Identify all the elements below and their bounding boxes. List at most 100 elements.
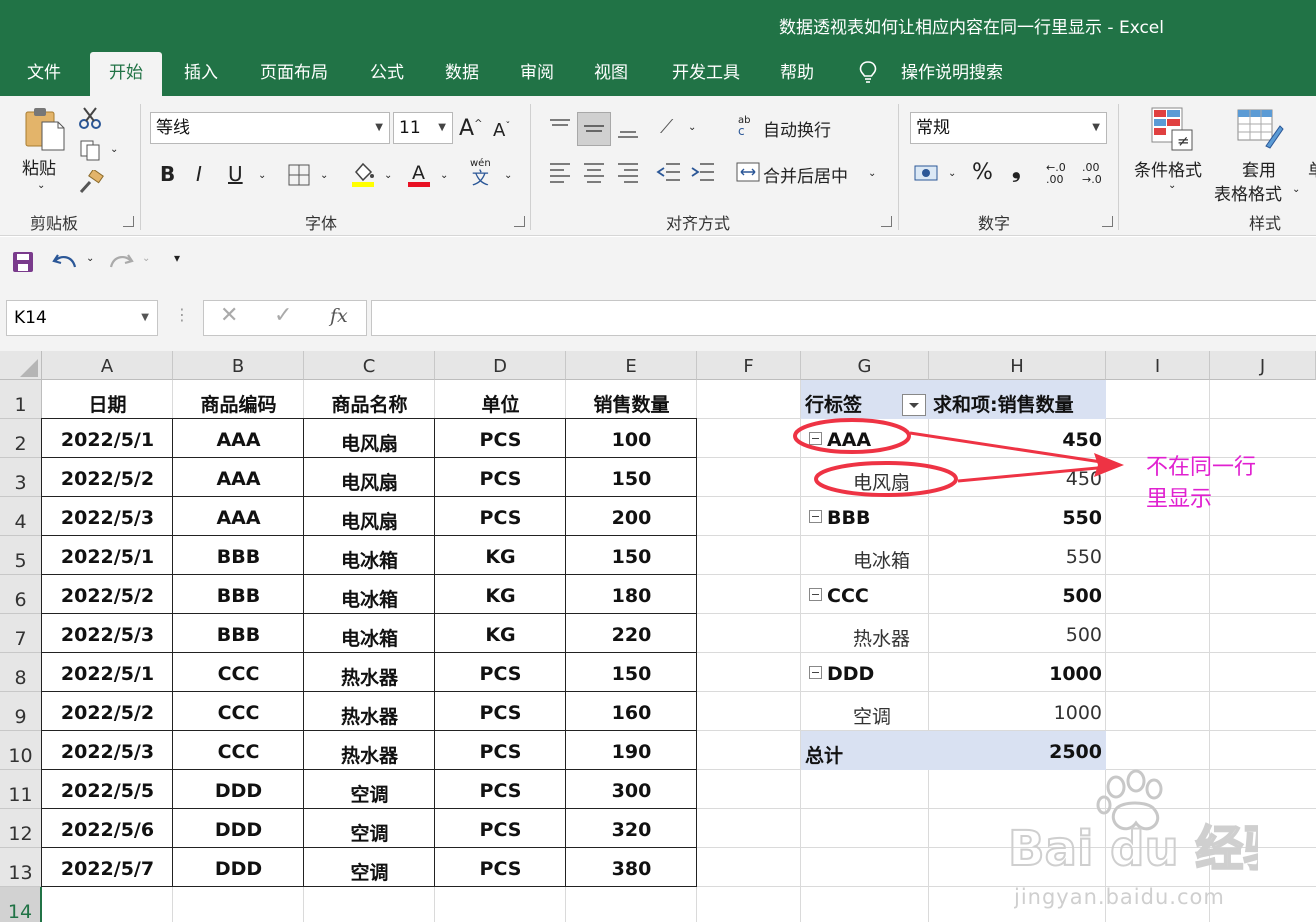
- conditional-format-dropdown-icon[interactable]: ⌄: [1168, 180, 1176, 191]
- align-left-icon[interactable]: [548, 160, 572, 184]
- merge-dropdown-icon[interactable]: ⌄: [868, 168, 876, 179]
- paste-icon[interactable]: [22, 106, 68, 152]
- separator: [898, 104, 899, 230]
- copy-icon[interactable]: [78, 138, 102, 162]
- paste-button[interactable]: 粘贴: [22, 154, 56, 179]
- decrease-indent-icon[interactable]: [656, 160, 682, 184]
- arrow-line-2: [957, 465, 1109, 483]
- underline-dropdown-icon[interactable]: ⌄: [258, 170, 266, 181]
- chevron-down-icon: ▼: [438, 122, 446, 133]
- chevron-down-icon: ▼: [141, 312, 149, 323]
- customize-qat-icon[interactable]: ▾: [174, 251, 180, 265]
- cell-styles-button[interactable]: 单: [1308, 156, 1316, 181]
- comma-style-button[interactable]: ❟: [1012, 158, 1021, 183]
- tell-me-search[interactable]: 操作说明搜索: [890, 52, 1014, 96]
- number-format-combo[interactable]: 常规 ▼: [910, 112, 1107, 144]
- decrease-font-icon[interactable]: Aˇ: [493, 120, 510, 141]
- merge-center-button[interactable]: 合并后居中: [763, 162, 848, 187]
- align-bottom-icon[interactable]: [616, 120, 640, 140]
- paste-dropdown-icon[interactable]: ⌄: [37, 180, 45, 191]
- arrow-line-1: [909, 431, 1109, 465]
- formula-buttons: ✕ ✓ fx: [203, 300, 367, 336]
- format-as-table-dropdown-icon[interactable]: ⌄: [1292, 184, 1300, 195]
- borders-icon[interactable]: [288, 164, 310, 186]
- conditional-format-button[interactable]: 条件格式: [1134, 156, 1202, 181]
- underline-button[interactable]: U: [228, 162, 243, 186]
- align-middle-button[interactable]: [577, 112, 611, 146]
- chevron-down-icon: ▼: [1092, 122, 1100, 133]
- separator: [140, 104, 141, 230]
- undo-icon[interactable]: [52, 251, 78, 273]
- redo-dropdown-icon[interactable]: ⌄: [142, 253, 150, 264]
- annotation-text-line2: 里显示: [1146, 487, 1213, 512]
- tab-review[interactable]: 审阅: [508, 52, 566, 96]
- conditional-format-icon[interactable]: ≠: [1150, 106, 1196, 152]
- align-center-icon[interactable]: [582, 160, 606, 184]
- bold-button[interactable]: B: [160, 162, 175, 186]
- fill-color-icon[interactable]: [350, 160, 376, 188]
- name-box-value: K14: [14, 308, 47, 328]
- orientation-icon[interactable]: ⟋: [660, 116, 673, 138]
- increase-decimal-icon[interactable]: ←.0.00: [1046, 162, 1066, 186]
- font-group-label: 字体: [305, 214, 338, 233]
- clipboard-launcher-icon[interactable]: [123, 216, 134, 227]
- format-painter-icon[interactable]: [78, 170, 104, 194]
- font-name-combo[interactable]: 等线 ▼: [150, 112, 390, 144]
- format-as-table-line1[interactable]: 套用: [1242, 156, 1276, 181]
- font-size-value: 11: [399, 118, 421, 138]
- accounting-format-icon[interactable]: [913, 162, 941, 184]
- percent-style-button[interactable]: %: [972, 160, 993, 185]
- orientation-dropdown-icon[interactable]: ⌄: [688, 122, 696, 133]
- wrap-text-button[interactable]: 自动换行: [763, 116, 831, 141]
- tab-data[interactable]: 数据: [433, 52, 491, 96]
- redo-icon[interactable]: [108, 251, 134, 273]
- tab-help[interactable]: 帮助: [768, 52, 826, 96]
- merge-center-icon[interactable]: [736, 162, 760, 182]
- formula-input[interactable]: [371, 300, 1316, 336]
- phonetic-dropdown-icon[interactable]: ⌄: [504, 170, 512, 181]
- accounting-dropdown-icon[interactable]: ⌄: [948, 168, 956, 179]
- format-as-table-line2[interactable]: 表格格式: [1214, 180, 1282, 205]
- cut-icon[interactable]: [78, 106, 102, 130]
- number-launcher-icon[interactable]: [1102, 216, 1113, 227]
- clipboard-group-label: 剪贴板: [30, 214, 79, 233]
- phonetic-icon[interactable]: wén 文: [470, 158, 491, 189]
- highlight-ellipse-item: [814, 461, 958, 497]
- align-top-icon[interactable]: [548, 118, 572, 134]
- name-box[interactable]: K14 ▼: [6, 300, 158, 336]
- tab-page-layout[interactable]: 页面布局: [248, 52, 340, 96]
- alignment-launcher-icon[interactable]: [881, 216, 892, 227]
- increase-indent-icon[interactable]: [690, 160, 716, 184]
- annotation-text-line1: 不在同一行: [1146, 455, 1257, 480]
- styles-group-label: 样式: [1249, 214, 1282, 233]
- font-color-icon[interactable]: A: [406, 160, 432, 188]
- tab-formulas[interactable]: 公式: [358, 52, 416, 96]
- tab-developer[interactable]: 开发工具: [660, 52, 752, 96]
- undo-dropdown-icon[interactable]: ⌄: [86, 253, 94, 264]
- format-as-table-icon[interactable]: [1236, 106, 1284, 152]
- borders-dropdown-icon[interactable]: ⌄: [320, 170, 328, 181]
- font-color-dropdown-icon[interactable]: ⌄: [440, 170, 448, 181]
- wrap-text-icon[interactable]: ab c: [738, 116, 750, 138]
- tab-home[interactable]: 开始: [90, 52, 162, 96]
- decrease-decimal-icon[interactable]: .00 →.0: [1082, 162, 1102, 186]
- tab-view[interactable]: 视图: [582, 52, 640, 96]
- highlight-ellipse-aaa: [793, 418, 911, 454]
- title-bar: 数据透视表如何让相应内容在同一行里显示 - Excel 文件 开始 插入 页面布…: [0, 0, 1316, 96]
- tab-insert[interactable]: 插入: [172, 52, 230, 96]
- quick-access-toolbar: ⌄ ⌄ ▾: [0, 237, 1316, 289]
- copy-dropdown-icon[interactable]: ⌄: [110, 144, 118, 155]
- font-launcher-icon[interactable]: [514, 216, 525, 227]
- increase-font-icon[interactable]: A^: [459, 116, 482, 141]
- worksheet-grid[interactable]: ABCDEFGHIJ 1 2 3 4 5 6 7 8 9 10 11 12 13 14 日期 商品编码 商品名…: [0, 351, 1316, 922]
- font-size-combo[interactable]: 11 ▼: [393, 112, 453, 144]
- tab-file[interactable]: 文件: [14, 52, 74, 96]
- align-middle-icon: [584, 125, 604, 132]
- cancel-icon[interactable]: ✕: [220, 303, 238, 328]
- insert-function-icon[interactable]: fx: [330, 305, 348, 327]
- align-right-icon[interactable]: [616, 160, 640, 184]
- italic-button[interactable]: I: [196, 162, 202, 186]
- enter-icon[interactable]: ✓: [274, 303, 292, 328]
- fill-color-dropdown-icon[interactable]: ⌄: [384, 170, 392, 181]
- save-icon[interactable]: [12, 251, 34, 273]
